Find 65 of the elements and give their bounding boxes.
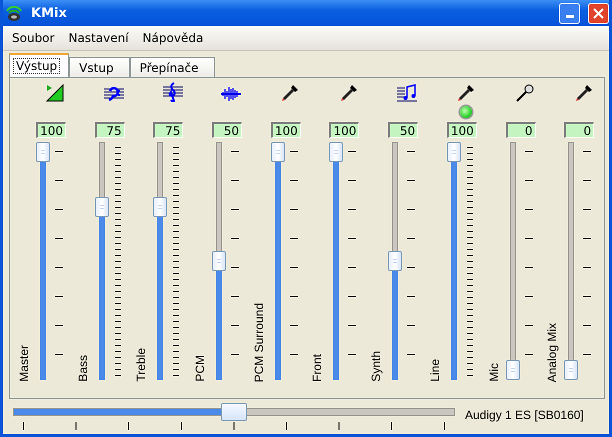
channel-label: PCM	[193, 355, 208, 382]
close-button[interactable]	[588, 2, 609, 24]
window-title: KMix	[31, 6, 67, 20]
volume-value: 50	[388, 122, 418, 138]
channel-label: Line	[428, 359, 442, 382]
bass-clef-icon	[103, 86, 126, 102]
tab[interactable]: Přepínače	[130, 57, 215, 77]
volume-slider[interactable]	[153, 142, 168, 380]
minimize-button[interactable]	[559, 2, 580, 24]
balance-slider[interactable]	[13, 402, 455, 420]
volume-slider[interactable]	[212, 142, 226, 380]
minimize-icon	[566, 14, 574, 18]
channel-label: PCM Surround	[252, 302, 266, 382]
waveform-icon	[220, 86, 242, 102]
plug-icon	[281, 84, 300, 102]
slider-handle[interactable]	[329, 142, 344, 162]
volume-slider[interactable]	[270, 142, 285, 380]
volume-value: 100	[446, 122, 477, 138]
channel-label: Treble	[134, 348, 148, 382]
slider-handle[interactable]	[94, 196, 109, 216]
volume-icon	[46, 84, 64, 102]
close-icon	[593, 8, 604, 18]
volume-slider[interactable]	[506, 142, 520, 380]
device-name: Audigy 1 ES [SB0160]	[465, 408, 584, 422]
slider-handle[interactable]	[388, 251, 402, 271]
menu-item[interactable]: Nastavení	[68, 31, 129, 45]
slider-handle[interactable]	[153, 196, 168, 216]
speaker-icon	[5, 4, 23, 22]
volume-slider[interactable]	[329, 142, 344, 380]
slider-handle[interactable]	[212, 251, 226, 271]
slider-handle[interactable]	[446, 142, 461, 162]
slider-handle[interactable]	[270, 142, 285, 162]
treble-clef-icon	[162, 82, 184, 102]
channel-label: Analog Mix	[545, 322, 560, 382]
slider-handle[interactable]	[221, 402, 247, 420]
slider-handle[interactable]	[506, 360, 520, 380]
channel-label: Mic	[486, 363, 500, 382]
menu-item[interactable]: Nápověda	[142, 31, 204, 45]
slider-handle[interactable]	[564, 360, 578, 380]
volume-slider[interactable]	[446, 142, 461, 380]
music-notes-icon	[396, 84, 418, 102]
volume-slider[interactable]	[94, 142, 109, 380]
volume-value: 100	[329, 122, 360, 138]
slider-handle[interactable]	[36, 142, 50, 162]
channel-label: Front	[310, 354, 324, 382]
plug-icon	[574, 84, 593, 102]
channel-label: Master	[17, 345, 31, 382]
volume-value: 50	[212, 122, 242, 138]
volume-slider[interactable]	[36, 142, 50, 380]
volume-value: 0	[564, 122, 594, 138]
volume-value: 75	[94, 122, 125, 138]
channel-label: Synth	[369, 351, 384, 382]
plug-icon	[340, 84, 358, 102]
volume-value: 100	[36, 122, 66, 138]
plug-icon	[457, 84, 476, 102]
volume-slider[interactable]	[564, 142, 578, 380]
volume-slider[interactable]	[388, 142, 402, 380]
tab[interactable]: Vstup	[69, 57, 130, 77]
volume-value: 75	[153, 122, 184, 138]
volume-value: 100	[270, 122, 301, 138]
menu-item[interactable]: Soubor	[12, 31, 54, 45]
channel-label: Bass	[76, 355, 90, 382]
volume-value: 0	[506, 122, 536, 138]
tab[interactable]: Výstup	[9, 53, 70, 77]
microphone-icon	[516, 84, 534, 102]
